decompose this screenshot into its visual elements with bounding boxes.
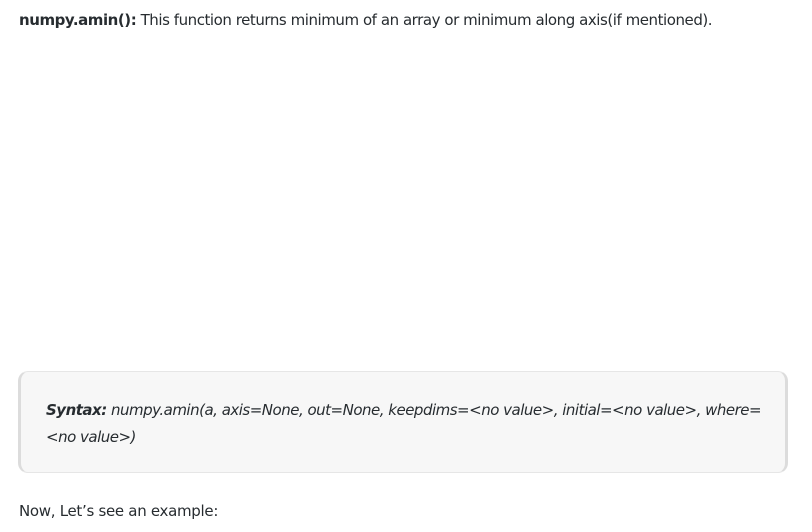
function-name: numpy.amin(): [19,11,137,29]
intro-paragraph: numpy.amin(): This function returns mini… [19,9,713,31]
syntax-label: Syntax: [46,401,107,419]
syntax-signature: numpy.amin(a, axis=None, out=None, keepd… [46,401,762,446]
syntax-box: Syntax: numpy.amin(a, axis=None, out=Non… [18,371,788,473]
intro-description: This function returns minimum of an arra… [136,11,713,29]
syntax-line: Syntax: numpy.amin(a, axis=None, out=Non… [46,397,776,451]
example-intro-paragraph: Now, Let’s see an example: [19,502,219,520]
